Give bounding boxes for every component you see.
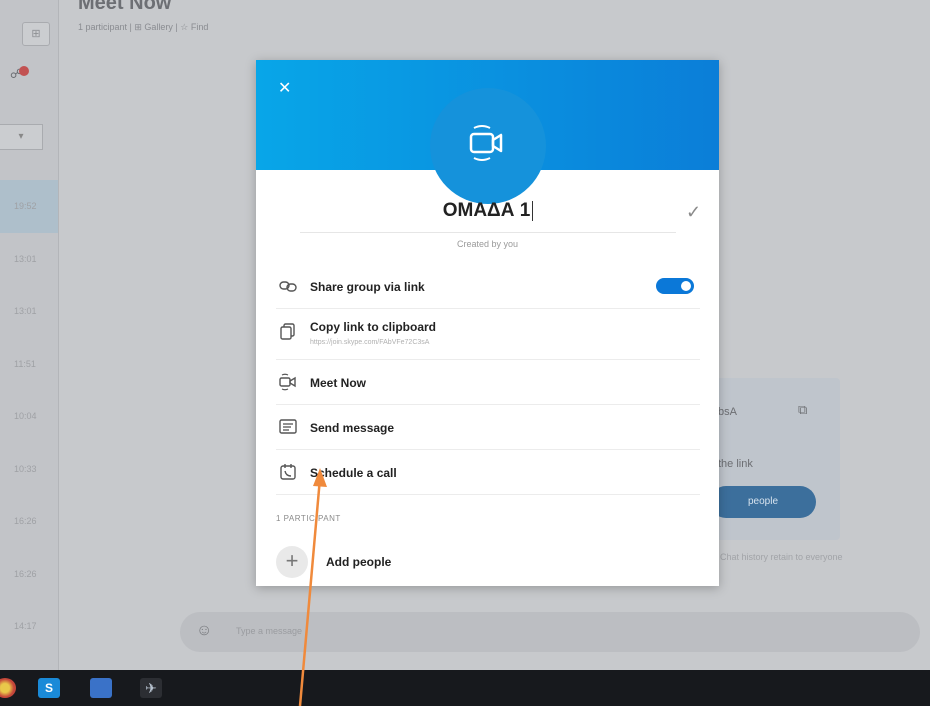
participants-count-label: 1 PARTICIPANT [276,514,341,523]
chat-history-note: Chat history retain to everyone [720,552,843,562]
emoji-icon[interactable]: ☺ [196,622,212,640]
close-button[interactable]: ✕ [278,78,291,98]
group-name-text: ΟΜΑΔΑ 1 [442,200,531,221]
chat-time[interactable]: 13:01 [0,285,58,338]
add-people-label: Add people [326,555,392,569]
share-link-toggle[interactable] [656,278,694,294]
link-icon [279,281,297,292]
invite-people-button[interactable]: people [710,486,816,518]
send-message-label: Send message [310,421,395,435]
chat-time[interactable]: 16:26 [0,495,58,548]
group-link-url: https://join.skype.com/FAbVFe72C3sA [310,339,430,346]
video-camera-icon [469,125,503,161]
plus-icon: + [276,546,308,578]
share-group-link-row[interactable]: Share group via link [276,264,700,309]
created-by-label: Created by you [456,239,519,249]
calendar-call-icon [280,464,296,480]
chat-time[interactable]: 13:01 [0,233,58,286]
group-avatar [430,88,546,204]
confirm-check-icon[interactable]: ✓ [686,202,701,223]
group-profile-dialog: ✕ ΟΜΑΔΑ 1 ✓ Created by you Share group v… [256,60,719,586]
rail-dropdown[interactable]: ▾ [0,124,43,150]
message-placeholder: Type a message [236,626,303,636]
meet-now-row[interactable]: Meet Now [276,360,700,405]
conversation-title: Meet Now [78,0,172,14]
bird-app-icon[interactable]: ✈ [140,678,162,698]
chat-time[interactable]: 10:33 [0,443,58,496]
copy-link-row[interactable]: Copy link to clipboard https://join.skyp… [276,309,700,360]
invite-card-text: the link [718,458,753,470]
invite-link-text: bsA [718,406,737,418]
schedule-call-row[interactable]: Schedule a call [276,450,700,495]
message-input[interactable]: ☺ Type a message [180,612,920,652]
toggle-knob [681,281,691,291]
group-actions-menu: Share group via link Copy link to clipbo… [276,264,700,495]
chat-times-list: 19:52 13:01 13:01 11:51 10:04 10:33 16:2… [0,180,58,653]
copy-icon[interactable]: ⧉ [798,402,807,418]
add-people-button[interactable]: + Add people [276,546,476,580]
taskbar: S ✈ [0,670,930,706]
chrome-icon[interactable] [0,678,16,698]
chat-time[interactable]: 14:17 [0,600,58,653]
copy-link-label: Copy link to clipboard [310,320,437,334]
chat-time[interactable]: 19:52 [0,180,58,233]
grid-icon[interactable]: ⊞ [22,22,50,46]
chat-time[interactable]: 10:04 [0,390,58,443]
meet-now-label: Meet Now [310,376,367,390]
group-name-field[interactable]: ΟΜΑΔΑ 1 [300,196,676,233]
skype-icon[interactable]: S [38,678,60,698]
invite-card: bsA ⧉ the link people [710,378,840,540]
app-icon[interactable] [90,678,112,698]
message-icon [279,419,297,434]
notification-bell-icon[interactable]: ☍ [10,66,30,82]
chat-time[interactable]: 11:51 [0,338,58,391]
group-name-input[interactable]: ΟΜΑΔΑ 1 [300,200,676,222]
text-caret [532,200,534,221]
share-group-link-label: Share group via link [310,280,425,294]
send-message-row[interactable]: Send message [276,405,700,450]
notification-badge [19,66,30,76]
chat-time[interactable]: 16:26 [0,548,58,601]
conversation-subtitle: 1 participant | ⊞ Gallery | ☆ Find [78,22,209,32]
copy-icon [280,323,295,340]
video-camera-icon [279,373,296,391]
schedule-call-label: Schedule a call [310,466,397,480]
left-rail: ⊞ ☍ ▾ 19:52 13:01 13:01 11:51 10:04 10:3… [0,0,59,670]
